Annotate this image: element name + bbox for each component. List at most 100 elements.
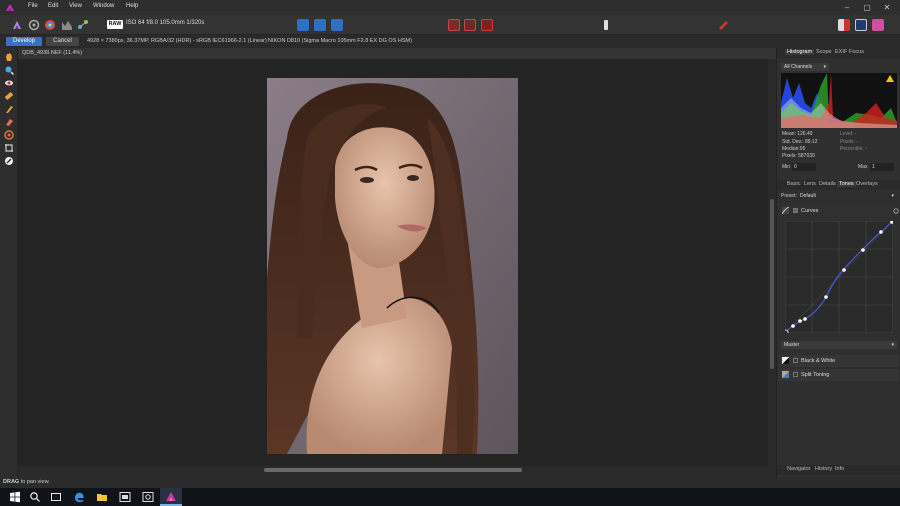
stat-mean: Mean: 126.49: [782, 131, 813, 137]
tab-info[interactable]: Info: [835, 466, 844, 472]
overlay-gradient-icon[interactable]: [4, 130, 14, 140]
studio-icon[interactable]: [872, 19, 884, 31]
reset-icon[interactable]: [893, 208, 899, 214]
affinity-photo-taskbar-button[interactable]: [160, 488, 182, 506]
hand-tool-icon[interactable]: [4, 52, 14, 62]
tab-history[interactable]: History: [815, 466, 832, 472]
camera-app-icon[interactable]: [142, 491, 154, 503]
toolbar: RAW ISO 64 f/8.0 105.0mm 1/320s: [0, 15, 900, 35]
search-icon[interactable]: [29, 491, 41, 503]
warning-icon: [886, 75, 894, 82]
overlay-erase-icon[interactable]: [4, 117, 14, 127]
menu-help[interactable]: Help: [126, 3, 138, 9]
stat-mean-label: Mean:: [782, 131, 796, 137]
edge-browser-icon[interactable]: [73, 491, 85, 503]
develop-tabs: Basic Lens Details Tones Overlays: [777, 180, 900, 190]
curves-graph[interactable]: [785, 221, 893, 333]
max-label: Max: [858, 164, 868, 170]
stat-median-value: 95: [799, 146, 806, 152]
tab-scope[interactable]: Scope: [816, 49, 832, 55]
maximize-icon[interactable]: ▢: [860, 2, 874, 13]
zoom-tool-icon[interactable]: [4, 65, 14, 75]
tab-histogram[interactable]: Histogram: [785, 49, 815, 55]
minimize-icon[interactable]: –: [840, 2, 854, 13]
clipping-highlights-icon[interactable]: [481, 19, 493, 31]
max-input[interactable]: 1: [870, 163, 894, 171]
camera-info: NIKON D810 (Sigma Macro 105mm F2.8 EX DG…: [268, 38, 412, 44]
curves-section-header[interactable]: Curves: [779, 205, 899, 217]
close-icon[interactable]: ✕: [880, 2, 894, 13]
stat-percentile: Percentile: -: [840, 146, 867, 152]
status-bar: DRAG to pan view.: [0, 478, 900, 488]
tab-focus[interactable]: Focus: [849, 49, 864, 55]
preset-dropdown[interactable]: Default ▾: [797, 192, 897, 200]
split-toning-checkbox[interactable]: [793, 372, 798, 377]
vertical-scrollbar[interactable]: [768, 59, 776, 466]
tab-tones[interactable]: Tones: [837, 181, 856, 187]
clipping-shadows-icon[interactable]: [448, 19, 460, 31]
stat-median-label: Median:: [782, 146, 800, 152]
red-eye-icon[interactable]: [717, 19, 729, 31]
curves-icon: [782, 207, 789, 214]
view-mode-single-icon[interactable]: [297, 19, 309, 31]
persona-export-icon[interactable]: [77, 19, 89, 31]
menu-edit[interactable]: Edit: [48, 3, 58, 9]
overlay-paint-icon[interactable]: [4, 104, 14, 114]
image-info: 4928 × 7380px, 36.37MP, RGBA/32 (HDR) - …: [87, 38, 267, 44]
context-bar: Develop Cancel 4928 × 7380px, 36.37MP, R…: [0, 35, 900, 48]
horizontal-scrollbar[interactable]: [18, 466, 776, 474]
split-toning-section[interactable]: Split Toning: [779, 369, 899, 381]
status-hint-bold: DRAG: [3, 479, 20, 485]
view-mode-mirror-icon[interactable]: [331, 19, 343, 31]
develop-button[interactable]: Develop: [6, 37, 42, 46]
assistant-icon[interactable]: [838, 19, 850, 31]
stat-pixels-label: Pixels:: [782, 153, 797, 159]
vertical-scroll-thumb[interactable]: [770, 199, 774, 369]
document-tab[interactable]: QDB_4938.NEF (11.4%): [18, 48, 776, 59]
view-panel-icon[interactable]: [855, 19, 867, 31]
file-explorer-icon[interactable]: [96, 491, 108, 503]
black-white-section[interactable]: Black & White: [779, 355, 899, 367]
persona-develop-icon[interactable]: [44, 19, 56, 31]
white-balance-tool-icon[interactable]: [4, 156, 14, 166]
tab-basic[interactable]: Basic: [787, 181, 800, 187]
windows-start-icon[interactable]: [9, 491, 21, 503]
app-window-icon[interactable]: [119, 491, 131, 503]
min-input[interactable]: 0: [792, 163, 816, 171]
cancel-button[interactable]: Cancel: [46, 37, 79, 46]
stat-median: Median:95: [782, 146, 805, 152]
histogram-tabs: Histogram Scope EXIF Focus: [777, 48, 900, 58]
black-white-checkbox[interactable]: [793, 358, 798, 363]
white-balance-picker-icon[interactable]: [600, 19, 612, 31]
menu-window[interactable]: Window: [93, 3, 114, 9]
horizontal-scroll-thumb[interactable]: [264, 468, 522, 472]
split-toning-label: Split Toning: [801, 372, 830, 378]
tab-overlays[interactable]: Overlays: [856, 181, 878, 187]
curve-channel-dropdown[interactable]: Master ▾: [781, 341, 897, 349]
red-eye-tool-icon[interactable]: [4, 78, 14, 88]
channel-dropdown[interactable]: All Channels ▾: [781, 63, 829, 71]
persona-photo-icon[interactable]: [11, 19, 23, 31]
chevron-down-icon: ▾: [823, 64, 826, 70]
persona-tonemap-icon[interactable]: [61, 19, 73, 31]
canvas[interactable]: [18, 59, 768, 466]
view-mode-split-icon[interactable]: [314, 19, 326, 31]
clipping-midtones-icon[interactable]: [464, 19, 476, 31]
task-view-icon[interactable]: [50, 491, 62, 503]
stat-pixels-right: Pixels: -: [840, 139, 858, 145]
curves-enable-checkbox[interactable]: [793, 208, 798, 213]
tab-lens[interactable]: Lens: [804, 181, 816, 187]
stat-stddev: Std. Dev.: 89.12: [782, 139, 818, 145]
black-white-label: Black & White: [801, 358, 836, 364]
blemish-tool-icon[interactable]: [4, 91, 14, 101]
persona-liquify-icon[interactable]: [28, 19, 40, 31]
crop-tool-icon[interactable]: [4, 143, 14, 153]
menu-view[interactable]: View: [69, 3, 82, 9]
tab-navigator[interactable]: Navigator: [787, 466, 811, 472]
menu-file[interactable]: File: [28, 3, 38, 9]
stat-pixels-value: 587030: [798, 153, 815, 159]
status-hint: DRAG to pan view.: [3, 479, 50, 485]
min-label: Min: [782, 164, 791, 170]
tab-details[interactable]: Details: [819, 181, 836, 187]
tab-exif[interactable]: EXIF: [835, 49, 847, 55]
